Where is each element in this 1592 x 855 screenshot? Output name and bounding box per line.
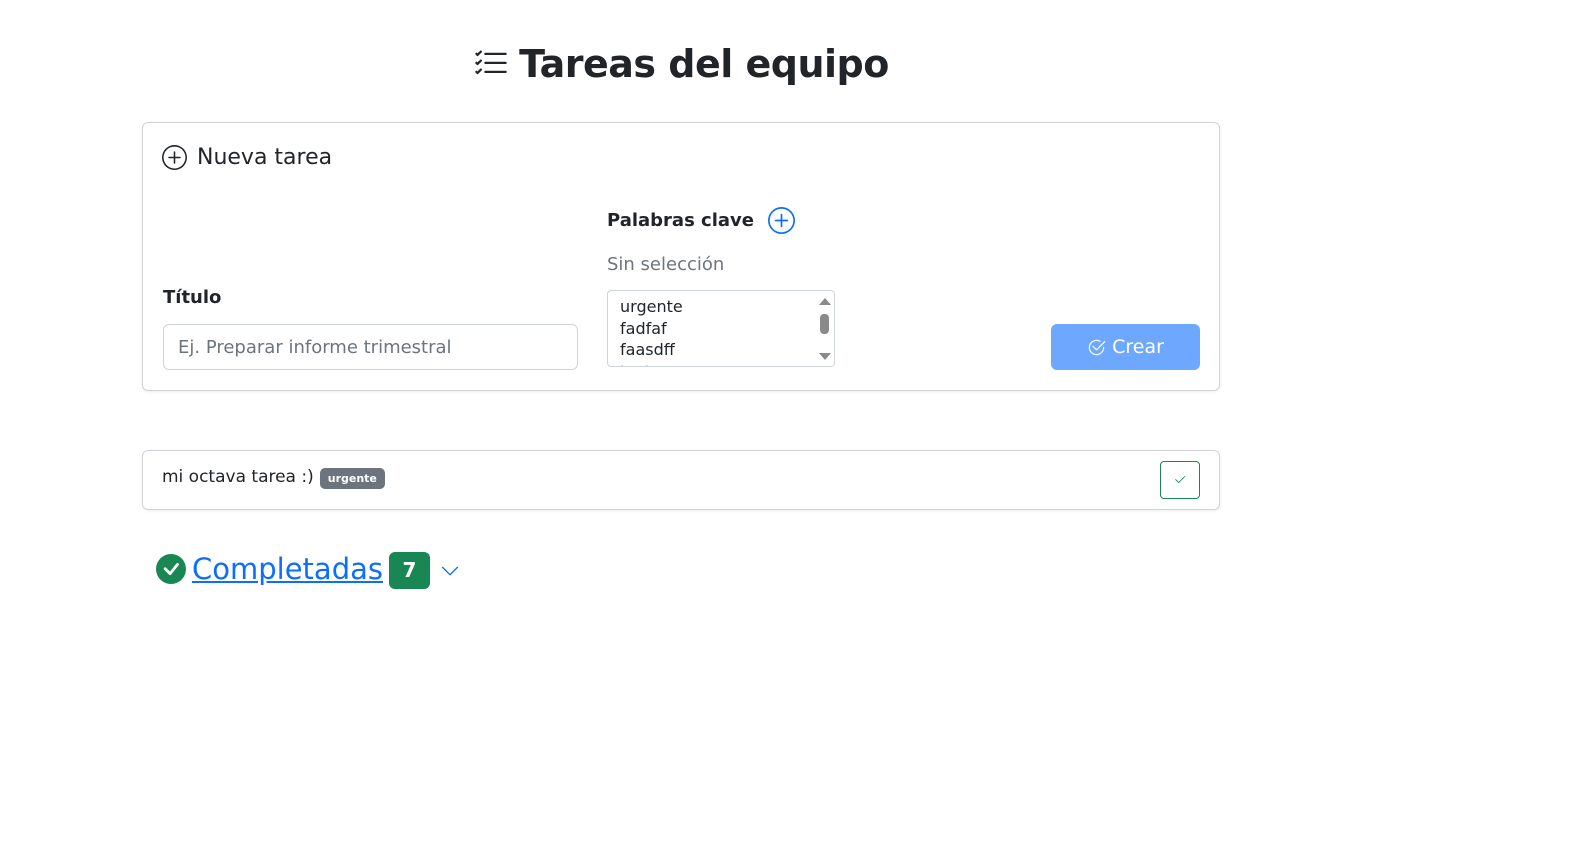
task-tag-badge: urgente bbox=[319, 468, 385, 489]
task-title: mi octava tarea :) bbox=[162, 466, 314, 487]
scroll-thumb[interactable] bbox=[820, 314, 829, 334]
new-task-heading: Nueva tarea bbox=[162, 145, 332, 170]
page-title: Tareas del equipo bbox=[519, 42, 889, 86]
keyword-option[interactable]: faasdff bbox=[608, 339, 834, 361]
keywords-header: Palabras clave bbox=[607, 207, 795, 234]
task-item: mi octava tarea :) urgente bbox=[142, 450, 1220, 510]
check-circle-fill-icon bbox=[156, 553, 186, 584]
title-input[interactable] bbox=[163, 324, 578, 370]
plus-circle-icon bbox=[162, 145, 187, 170]
new-task-card: Nueva tarea Título Palabras clave Sin se… bbox=[142, 122, 1220, 391]
check-icon bbox=[1175, 476, 1186, 484]
chevron-down-icon[interactable] bbox=[440, 561, 460, 581]
complete-task-button[interactable] bbox=[1160, 461, 1200, 499]
keywords-scrollbar[interactable] bbox=[814, 291, 834, 366]
keywords-select[interactable]: urgente fadfaf faasdff test bbox=[607, 290, 835, 367]
completed-toggle-link[interactable]: Completadas bbox=[192, 552, 383, 586]
create-button-label: Crear bbox=[1112, 336, 1164, 358]
page-header: Tareas del equipo bbox=[0, 42, 1362, 86]
keyword-option[interactable]: fadfaf bbox=[608, 318, 834, 340]
scroll-down-icon[interactable] bbox=[819, 353, 831, 360]
title-label: Título bbox=[163, 287, 222, 308]
keyword-option[interactable]: test bbox=[608, 361, 834, 367]
new-task-heading-label: Nueva tarea bbox=[197, 145, 333, 170]
completed-count-badge: 7 bbox=[388, 552, 430, 589]
list-check-icon bbox=[475, 50, 507, 75]
scroll-up-icon[interactable] bbox=[819, 298, 831, 305]
keyword-option[interactable]: urgente bbox=[608, 296, 834, 318]
add-keyword-icon[interactable] bbox=[768, 207, 795, 234]
check-circle-icon bbox=[1088, 339, 1106, 355]
create-button[interactable]: Crear bbox=[1051, 324, 1200, 370]
keywords-selection-status: Sin selección bbox=[607, 254, 725, 275]
completed-section: Completadas 7 bbox=[156, 548, 460, 589]
task-content: mi octava tarea :) urgente bbox=[162, 464, 385, 489]
keywords-label: Palabras clave bbox=[607, 210, 754, 231]
